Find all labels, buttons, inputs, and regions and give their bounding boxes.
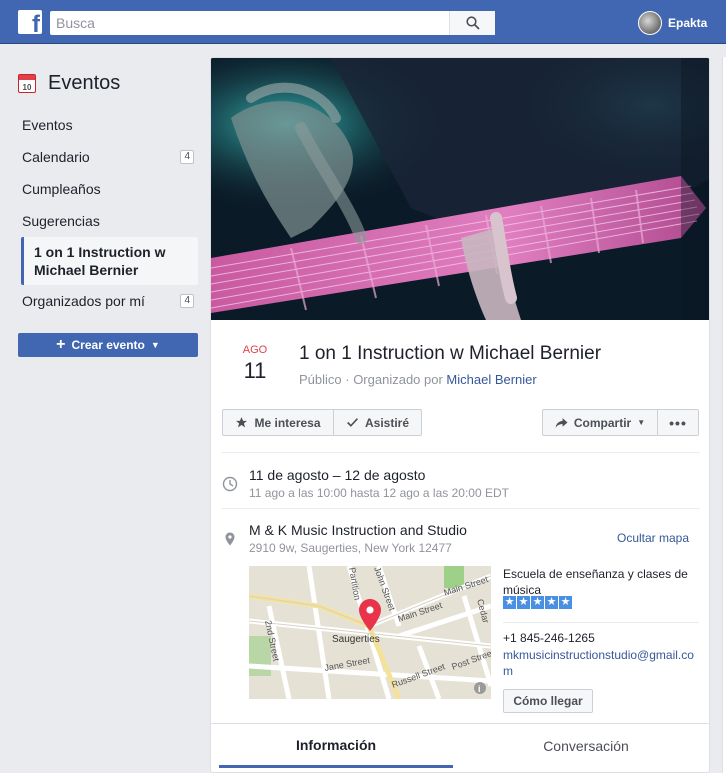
count-badge: 4 [180,294,194,308]
caret-down-icon: ▼ [150,340,160,350]
organizer-link[interactable]: Michael Bernier [446,372,536,387]
venue-address: 2910 9w, Saugerties, New York 12477 [249,541,452,555]
avatar [638,11,662,35]
more-dots-icon: ••• [669,414,687,431]
sidebar-item-label: 1 on 1 Instruction w Michael Bernier [34,244,166,278]
hide-map-link[interactable]: Ocultar mapa [617,531,689,545]
divider [222,452,700,453]
create-event-label: Crear evento [71,338,145,352]
caret-down-icon: ▼ [637,418,646,427]
sidebar-title: Eventos [48,72,121,94]
business-description: Escuela de enseñanza y clases de música [503,567,688,597]
search-input[interactable] [50,11,450,35]
plus-icon: + [56,336,66,353]
event-date-block: AGO 11 [233,344,277,384]
calendar-icon: 10 [18,74,36,93]
star-icon: ★ [531,596,544,609]
event-card: AGO 11 1 on 1 Instruction w Michael Bern… [210,57,710,773]
sidebar-item-label: Eventos [22,117,73,133]
sidebar-item-label: Cumpleaños [22,181,101,197]
business-phone[interactable]: +1 845-246-1265 [503,631,595,645]
sidebar-item-label: Organizados por mí [22,293,145,309]
user-name: Epakta [668,16,708,30]
rating-stars: ★ ★ ★ ★ ★ [503,596,572,609]
facebook-logo-icon[interactable]: f [18,10,42,34]
location-pin-icon [225,532,235,546]
more-options-button[interactable]: ••• [657,409,699,436]
guitar-photo-illustration [211,58,709,320]
tab-informacion[interactable]: Información [219,724,453,768]
event-subtitle: Público · Organizado por Michael Bernier [299,372,537,387]
star-icon: ★ [517,596,530,609]
event-title: 1 on 1 Instruction w Michael Bernier [299,343,602,364]
event-time-detail: 11 ago a las 10:00 hasta 12 ago a las 20… [249,486,509,500]
going-button[interactable]: Asistiré [333,409,422,436]
right-column-edge [722,57,726,773]
star-icon: ★ [545,596,558,609]
star-icon [236,417,248,428]
divider [503,622,699,623]
star-icon: ★ [559,596,572,609]
event-cover-photo[interactable] [211,58,709,320]
map-town-label: Saugerties [332,634,380,645]
sidebar-item-label: Calendario [22,149,90,165]
create-event-button[interactable]: + Crear evento ▼ [18,333,198,357]
sidebar-item-label: Sugerencias [22,213,100,229]
event-day: 11 [243,358,267,383]
sidebar-item-organizados[interactable]: Organizados por mí 4 [14,285,198,317]
tab-conversacion[interactable]: Conversación [469,724,703,768]
svg-text:i: i [478,684,481,694]
top-navigation-bar: f Epakta [0,0,726,44]
event-tabs: Información Conversación [211,723,709,772]
search-button[interactable] [449,11,495,35]
star-icon: ★ [503,596,516,609]
directions-button[interactable]: Cómo llegar [503,689,593,713]
sidebar-item-sugerencias[interactable]: Sugerencias [14,205,198,237]
search-icon [465,16,480,30]
interested-label: Me interesa [254,415,321,430]
venue-name: M & K Music Instruction and Studio [249,522,467,538]
sidebar-item-cumpleanos[interactable]: Cumpleaños [14,173,198,205]
share-button[interactable]: Compartir ▼ [542,409,658,436]
sidebar-item-current-event[interactable]: 1 on 1 Instruction w Michael Bernier [21,237,198,285]
event-date-range: 11 de agosto – 12 de agosto [249,467,426,483]
divider [222,508,700,509]
going-label: Asistiré [364,415,410,430]
interested-button[interactable]: Me interesa [222,409,334,436]
map-drawing: i Saugerties Main Street Main Street Par… [249,566,491,699]
search-box [50,11,495,35]
share-icon [555,417,568,428]
event-privacy: Público · Organizado por [299,372,447,387]
sidebar-item-eventos[interactable]: Eventos [14,109,198,141]
event-month: AGO [242,344,268,356]
user-profile-link[interactable]: Epakta [638,11,707,35]
share-label: Compartir [573,415,632,430]
location-map[interactable]: i Saugerties Main Street Main Street Par… [249,566,491,699]
sidebar-item-calendario[interactable]: Calendario 4 [14,141,198,173]
count-badge: 4 [180,150,194,164]
clock-icon [222,476,238,492]
check-icon [347,418,358,427]
sidebar-nav: Eventos Calendario 4 Cumpleaños Sugerenc… [14,109,198,317]
sidebar-header: 10 Eventos [18,72,120,95]
business-website-link[interactable]: mkmusicinstructionstudio@gmail.com [503,647,699,679]
